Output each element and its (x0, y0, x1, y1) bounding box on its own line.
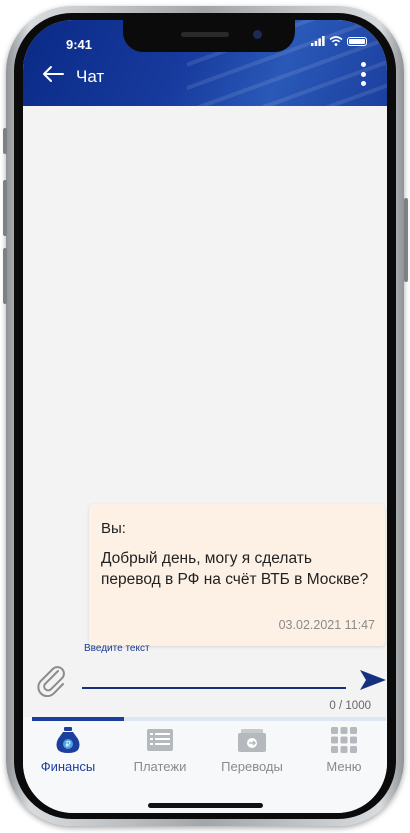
input-label: Введите текст (84, 643, 150, 654)
status-time: 9:41 (66, 37, 93, 52)
tab-finances[interactable]: ₽ Финансы (23, 725, 113, 774)
tab-bar: ₽ Финансы Платежи Переводы Меню (23, 717, 387, 813)
kebab-dot (361, 81, 366, 86)
tab-label: Финансы (40, 759, 96, 774)
money-bag-icon: ₽ (56, 727, 80, 753)
status-icons (311, 36, 367, 46)
progress-bar (32, 717, 386, 721)
wifi-icon (329, 36, 343, 46)
kebab-dot (361, 62, 366, 67)
wallet-transfer-icon (238, 729, 266, 752)
signal-icon (311, 36, 325, 46)
home-indicator[interactable] (148, 803, 263, 808)
tab-payments[interactable]: Платежи (115, 725, 205, 774)
svg-text:₽: ₽ (65, 740, 70, 749)
tab-label: Платежи (133, 759, 187, 774)
kebab-dot (361, 71, 366, 77)
tab-label: Переводы (221, 759, 283, 774)
message-timestamp: 03.02.2021 11:47 (278, 618, 375, 632)
power-button (404, 198, 408, 282)
more-menu-button[interactable] (361, 62, 367, 86)
notch (123, 20, 295, 52)
message-sender: Вы: (101, 520, 126, 537)
volume-down-button (3, 248, 7, 304)
chat-area: Вы: Добрый день, могу я сделать перевод … (23, 106, 387, 646)
grid-icon (331, 727, 357, 753)
tab-transfers[interactable]: Переводы (207, 725, 297, 774)
arrow-left-icon (43, 66, 64, 82)
progress-fill (32, 717, 125, 721)
screen: 9:41 Чат Вы: Добрый день, могу я сделать… (23, 20, 387, 813)
front-camera (253, 30, 262, 39)
list-icon (147, 729, 173, 751)
send-arrow-icon (360, 670, 386, 690)
page-title: Чат (76, 67, 105, 86)
tab-menu[interactable]: Меню (299, 725, 387, 774)
paperclip-icon[interactable] (35, 663, 69, 697)
mute-switch (3, 128, 7, 154)
volume-up-button (3, 180, 7, 236)
input-underline (82, 687, 346, 689)
tab-label: Меню (326, 759, 362, 774)
speaker-grille (181, 32, 229, 37)
send-button[interactable] (358, 668, 387, 692)
char-counter: 0 / 1000 (329, 700, 371, 712)
message-bubble: Вы: Добрый день, могу я сделать перевод … (89, 504, 385, 646)
back-button[interactable] (41, 64, 65, 88)
message-text: Добрый день, могу я сделать перевод в РФ… (101, 550, 369, 588)
battery-icon (347, 36, 367, 46)
